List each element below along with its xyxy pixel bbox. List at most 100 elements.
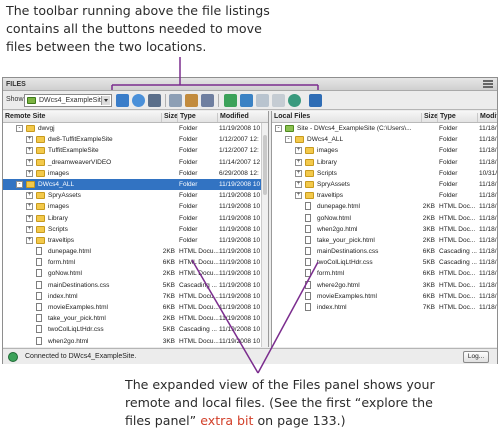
expand-icon[interactable]: + [26,192,33,200]
file-row[interactable]: - DWcs4_ALL Folder 11/18/ [272,134,497,145]
file-row[interactable]: - dwvgj Folder 11/19/2008 10 [3,123,268,134]
expand-icon[interactable]: + [295,158,302,166]
cell-modified: 11/18/ [479,281,497,289]
expand-icon[interactable]: + [26,225,33,233]
file-row[interactable]: form.html 6KB HTML Doc... 11/18/ [272,268,497,279]
file-row[interactable]: + _dreamweaverVIDEO Folder 11/14/2007 12 [3,157,268,168]
expand-icon[interactable]: + [26,203,33,211]
cell-type: HTML Docu... [179,315,219,323]
file-row[interactable]: + images Folder 11/19/2008 10 [3,201,268,212]
file-row[interactable]: + dw8-TuffitExampleSite Folder 1/12/2007 12… [3,134,268,145]
expand-icon[interactable]: + [26,214,33,222]
cell-name: take_your_pick.html [317,236,375,244]
testing-server-icon[interactable] [169,94,182,107]
panel-options-menu-icon[interactable] [483,80,493,88]
column-header-name[interactable]: Local Files [272,113,421,122]
column-header-modified[interactable]: Modifie [477,113,497,122]
column-header-modified[interactable]: Modified [217,113,268,122]
site-select[interactable]: DWcs4_ExampleSite [24,94,112,107]
file-row[interactable]: + TuffitExampleSite Folder 1/12/2007 12: [3,145,268,156]
column-header-size[interactable]: Size [421,113,438,122]
file-row[interactable]: mainDestinations.css 6KB Cascading ... 11/1… [272,246,497,257]
file-row[interactable]: goNow.html 2KB HTML Doc... 11/18/ [272,213,497,224]
file-row[interactable]: + Library Folder 11/18/ [272,157,497,168]
file-row[interactable]: + SpryAssets Folder 11/18/ [272,179,497,190]
view-site-files-icon[interactable] [148,94,161,107]
file-row[interactable]: + traveltips Folder 11/19/2008 10 [3,235,268,246]
file-row[interactable]: - DWcs4_ALL Folder 11/19/2008 10 [3,178,268,191]
cell-name: Scripts [48,225,68,233]
chevron-down-icon[interactable] [101,96,110,105]
column-header-size[interactable]: Size [161,113,178,122]
log-button[interactable]: Log... [463,351,489,363]
cell-type: Folder [179,214,198,222]
file-row[interactable]: + traveltips Folder 11/18/ [272,190,497,201]
file-row[interactable]: twoColLiqLtHdr.css 5KB Cascading ... 11/18/ [272,257,497,268]
cell-name: traveltips [317,192,344,200]
file-row[interactable]: + Library Folder 11/19/2008 10 [3,213,268,224]
file-row[interactable]: when2go.html 3KB HTML Docu... 11/19/2008 10 [3,336,268,347]
file-row[interactable]: movieExamples.html 6KB HTML Docu... 11/19/2… [3,302,268,313]
repository-icon[interactable] [185,94,198,107]
file-row[interactable]: + images Folder 11/18/ [272,145,497,156]
file-row[interactable]: movieExamples.html 6KB HTML Doc... 11/18/ [272,291,497,302]
expand-icon[interactable]: + [26,147,33,155]
cell-size: 6KB [162,304,175,311]
file-icon [305,303,311,311]
collapse-panel-icon[interactable] [309,94,322,107]
expand-icon[interactable]: + [295,192,302,200]
folder-icon [305,147,314,155]
file-row[interactable]: + SpryAssets Folder 11/19/2008 10 [3,190,268,201]
cell-type: HTML Docu... [179,304,219,311]
file-row[interactable]: index.html 7KB HTML Doc... 11/18/ [272,302,497,313]
expand-icon[interactable]: + [26,236,33,244]
refresh-icon[interactable] [132,94,145,107]
expand-collapse-icon[interactable] [201,94,214,107]
file-row[interactable]: index.html 7KB HTML Docu... 11/19/2008 10 [3,291,268,302]
expand-icon[interactable]: + [26,136,33,144]
extra-bit-link[interactable]: extra bit [200,413,253,428]
expand-icon[interactable]: + [295,180,302,188]
file-row[interactable]: + Scripts Folder 11/19/2008 10 [3,224,268,235]
expand-icon[interactable]: + [26,169,33,177]
put-files-icon[interactable] [240,94,253,107]
collapse-icon[interactable]: - [275,125,282,132]
get-files-icon[interactable] [224,94,237,107]
column-header-type[interactable]: Type [177,113,217,122]
file-row[interactable]: twoColLiqLtHdr.css 5KB Cascading ... 11/19/… [3,324,268,335]
cell-type: Folder [179,158,198,166]
file-row[interactable]: - Site - DWcs4_ExampleSite (C:\Users\... F… [272,123,497,134]
collapse-icon[interactable]: - [16,125,23,132]
column-header-type[interactable]: Type [437,113,477,122]
file-icon [36,314,42,323]
column-header-name[interactable]: Remote Site [3,113,161,122]
folder-icon [36,158,45,166]
collapse-icon[interactable]: - [285,136,292,144]
cell-size: 5KB [162,326,175,334]
file-row[interactable]: goNow.html 2KB HTML Docu... 11/19/2008 10 [3,268,268,279]
expand-icon[interactable]: + [295,169,302,177]
file-row[interactable]: when2go.html 3KB HTML Doc... 11/18/ [272,224,497,235]
file-row[interactable]: + images Folder 6/29/2008 12: [3,168,268,179]
expand-icon[interactable]: + [295,147,302,155]
file-row[interactable]: where2go.html 3KB HTML Doc... 11/18/ [272,280,497,291]
file-icon [36,325,42,334]
file-row[interactable]: take_your_pick.html 2KB HTML Docu... 11/19/… [3,313,268,324]
cell-type: Folder [439,147,458,155]
remote-scrollbar[interactable] [261,123,268,347]
file-row[interactable]: dunepage.html 2KB HTML Doc... 11/18/ [272,201,497,212]
check-in-icon[interactable] [272,94,285,107]
synchronize-icon[interactable] [288,94,301,107]
scrollbar-thumb[interactable] [263,135,267,195]
check-out-icon[interactable] [256,94,269,107]
file-row[interactable]: dunepage.html 2KB HTML Docu... 11/19/2008 1… [3,246,268,257]
file-row[interactable]: form.html 6KB HTML Docu... 11/19/2008 10 [3,257,268,268]
cell-type: HTML Docu... [179,270,219,278]
file-row[interactable]: take_your_pick.html 2KB HTML Doc... 11/18/ [272,235,497,246]
file-row[interactable]: + Scripts Folder 10/31/ [272,168,497,179]
connect-icon[interactable] [116,94,129,107]
file-row[interactable]: mainDestinations.css 5KB Cascading ... 11/1… [3,280,268,291]
expand-icon[interactable]: + [26,158,33,166]
collapse-icon[interactable]: - [16,180,23,188]
status-bar: Connected to DWcs4_ExampleSite. Log... [3,348,497,364]
